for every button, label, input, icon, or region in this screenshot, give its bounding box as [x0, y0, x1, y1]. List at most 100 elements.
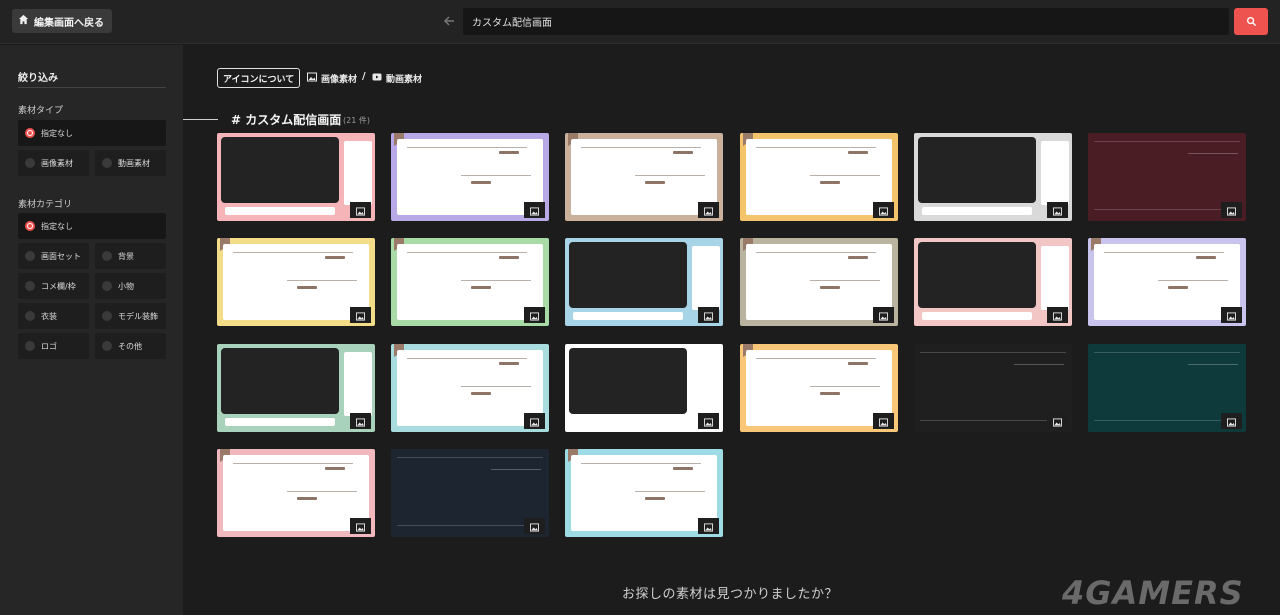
type-option-image[interactable]: 画像素材 — [18, 150, 89, 176]
option-label: 画面セット — [41, 251, 81, 261]
material-category-label: 素材カテゴリ — [18, 200, 73, 210]
about-icons-button[interactable]: アイコンについて — [217, 68, 301, 88]
image-icon — [704, 517, 713, 536]
image-material-badge — [524, 307, 545, 323]
image-icon — [530, 201, 539, 220]
image-material-badge — [524, 202, 545, 218]
image-icon — [356, 201, 365, 220]
material-thumbnail[interactable] — [1088, 133, 1246, 221]
image-icon — [356, 412, 365, 431]
category-option-background[interactable]: 背景 — [95, 243, 166, 269]
type-option-video[interactable]: 動画素材 — [95, 150, 166, 176]
category-option-other[interactable]: その他 — [95, 333, 166, 359]
category-option-comment-frame[interactable]: コメ欄/枠 — [18, 273, 89, 299]
category-option-screen-set[interactable]: 画面セット — [18, 243, 89, 269]
search-input[interactable] — [463, 8, 1229, 35]
radio-icon — [25, 281, 35, 291]
option-label: 小物 — [118, 281, 134, 291]
material-thumbnail[interactable] — [391, 238, 549, 326]
radio-selected-icon — [25, 128, 35, 138]
home-icon — [18, 14, 29, 28]
material-thumbnail[interactable] — [1088, 344, 1246, 432]
image-material-badge — [698, 413, 719, 429]
material-thumbnail[interactable] — [391, 449, 549, 537]
image-material-badge — [1221, 307, 1242, 323]
image-material-badge — [873, 413, 894, 429]
image-material-badge — [698, 518, 719, 534]
material-thumbnail[interactable] — [565, 238, 723, 326]
image-icon — [879, 412, 888, 431]
search-icon — [1246, 12, 1257, 31]
image-icon — [879, 306, 888, 325]
image-material-badge — [698, 202, 719, 218]
radio-icon — [102, 251, 112, 261]
material-thumbnail[interactable] — [217, 133, 375, 221]
legend-image-label: 画像素材 — [321, 75, 358, 85]
image-icon — [704, 306, 713, 325]
image-material-badge — [1221, 202, 1242, 218]
section-count: (21 件) — [343, 116, 370, 125]
option-label: 動画素材 — [118, 158, 150, 168]
material-thumbnail[interactable] — [565, 133, 723, 221]
image-material-badge — [350, 307, 371, 323]
image-material-badge — [350, 413, 371, 429]
image-icon — [530, 412, 539, 431]
image-material-badge — [1047, 307, 1068, 323]
type-option-none[interactable]: 指定なし — [18, 120, 166, 146]
radio-icon — [102, 158, 112, 168]
legend-image: 画像素材 — [307, 72, 357, 85]
back-to-editor-label: 編集画面へ戻る — [34, 17, 104, 29]
image-material-badge — [524, 413, 545, 429]
radio-icon — [25, 311, 35, 321]
image-icon — [530, 517, 539, 536]
filter-title: 絞り込み — [18, 73, 58, 84]
option-label: モデル装飾 — [118, 311, 158, 321]
category-option-logo[interactable]: ロゴ — [18, 333, 89, 359]
material-thumbnail[interactable] — [217, 449, 375, 537]
radio-icon — [25, 341, 35, 351]
arrow-left-icon[interactable] — [441, 13, 457, 29]
category-option-none[interactable]: 指定なし — [18, 213, 166, 239]
material-thumbnail[interactable] — [914, 238, 1072, 326]
back-to-editor-button[interactable]: 編集画面へ戻る — [12, 9, 112, 33]
material-thumbnail[interactable] — [914, 344, 1072, 432]
image-material-badge — [350, 518, 371, 534]
material-thumbnail[interactable] — [391, 344, 549, 432]
search-button[interactable] — [1234, 8, 1268, 35]
material-thumbnail[interactable] — [1088, 238, 1246, 326]
option-label: その他 — [118, 341, 142, 351]
material-thumbnail[interactable] — [217, 344, 375, 432]
material-thumbnail[interactable] — [565, 449, 723, 537]
material-thumbnail[interactable] — [740, 344, 898, 432]
legend-separator: / — [362, 71, 366, 82]
image-icon — [1227, 201, 1236, 220]
category-option-costume[interactable]: 衣装 — [18, 303, 89, 329]
image-material-badge — [1221, 413, 1242, 429]
image-icon — [307, 72, 317, 85]
image-material-badge — [1047, 202, 1068, 218]
legend-video-label: 動画素材 — [386, 75, 423, 85]
material-thumbnail[interactable] — [391, 133, 549, 221]
category-option-model-decoration[interactable]: モデル装飾 — [95, 303, 166, 329]
image-icon — [356, 306, 365, 325]
image-material-badge — [873, 307, 894, 323]
material-thumbnail[interactable] — [217, 238, 375, 326]
option-label: 衣装 — [41, 311, 57, 321]
watermark: 4GAMERS — [1062, 574, 1244, 612]
material-thumbnail[interactable] — [740, 133, 898, 221]
material-thumbnail[interactable] — [914, 133, 1072, 221]
option-label: 画像素材 — [41, 158, 73, 168]
radio-icon — [25, 251, 35, 261]
top-bar: 編集画面へ戻る — [0, 0, 1280, 44]
option-label: ロゴ — [41, 341, 57, 351]
material-thumbnail[interactable] — [565, 344, 723, 432]
image-icon — [1053, 412, 1062, 431]
image-icon — [1227, 412, 1236, 431]
image-material-badge — [350, 202, 371, 218]
category-option-props[interactable]: 小物 — [95, 273, 166, 299]
radio-selected-icon — [25, 221, 35, 231]
image-icon — [530, 306, 539, 325]
material-type-label: 素材タイプ — [18, 106, 64, 116]
image-icon — [704, 412, 713, 431]
material-thumbnail[interactable] — [740, 238, 898, 326]
